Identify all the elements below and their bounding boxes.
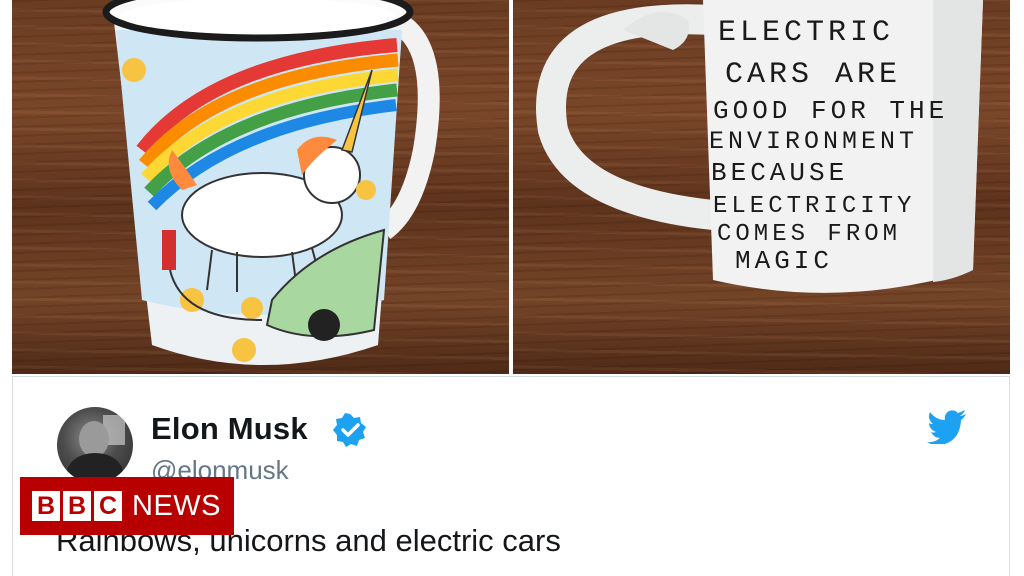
tweet-card[interactable]: Elon Musk @elonmusk Rainbows, unicorns a…: [12, 376, 1010, 576]
tweet-author-name[interactable]: Elon Musk: [151, 411, 308, 447]
left-photo-unicorn-mug: [12, 0, 509, 374]
bbc-letter-b2: B: [63, 491, 91, 521]
bbc-news-label: NEWS: [132, 489, 221, 522]
page: ELECTRIC CARS ARE GOOD FOR THE ENVIRONME…: [0, 0, 1024, 576]
mug-text-line-4: ENVIRONMENT: [709, 127, 918, 156]
mug-text-line-6: ELECTRICITY: [713, 193, 915, 220]
bbc-news-logo: B B C NEWS: [20, 477, 234, 535]
bbc-letter-c: C: [94, 491, 122, 521]
bbc-letter-b1: B: [32, 491, 60, 521]
right-photo-text-mug: ELECTRIC CARS ARE GOOD FOR THE ENVIRONME…: [513, 0, 1010, 374]
mug-text-line-3: GOOD FOR THE: [713, 96, 948, 126]
unicorn-mug-illustration: [102, 0, 440, 365]
avatar[interactable]: [57, 407, 133, 483]
twitter-bird-icon[interactable]: [927, 410, 967, 444]
photo-row: ELECTRIC CARS ARE GOOD FOR THE ENVIRONME…: [12, 0, 1010, 374]
mug-text-line-7: COMES FROM: [717, 221, 901, 248]
mug-text-line-5: BECAUSE: [711, 158, 848, 188]
mug-text-line-8: MAGIC: [735, 246, 833, 276]
avatar-face: [79, 421, 109, 457]
mug-text-line-1: ELECTRIC: [718, 16, 894, 50]
mug-text-line-2: CARS ARE: [725, 58, 901, 92]
text-mug-illustration: ELECTRIC CARS ARE GOOD FOR THE ENVIRONME…: [536, 0, 983, 293]
verified-badge-icon: [333, 413, 366, 447]
